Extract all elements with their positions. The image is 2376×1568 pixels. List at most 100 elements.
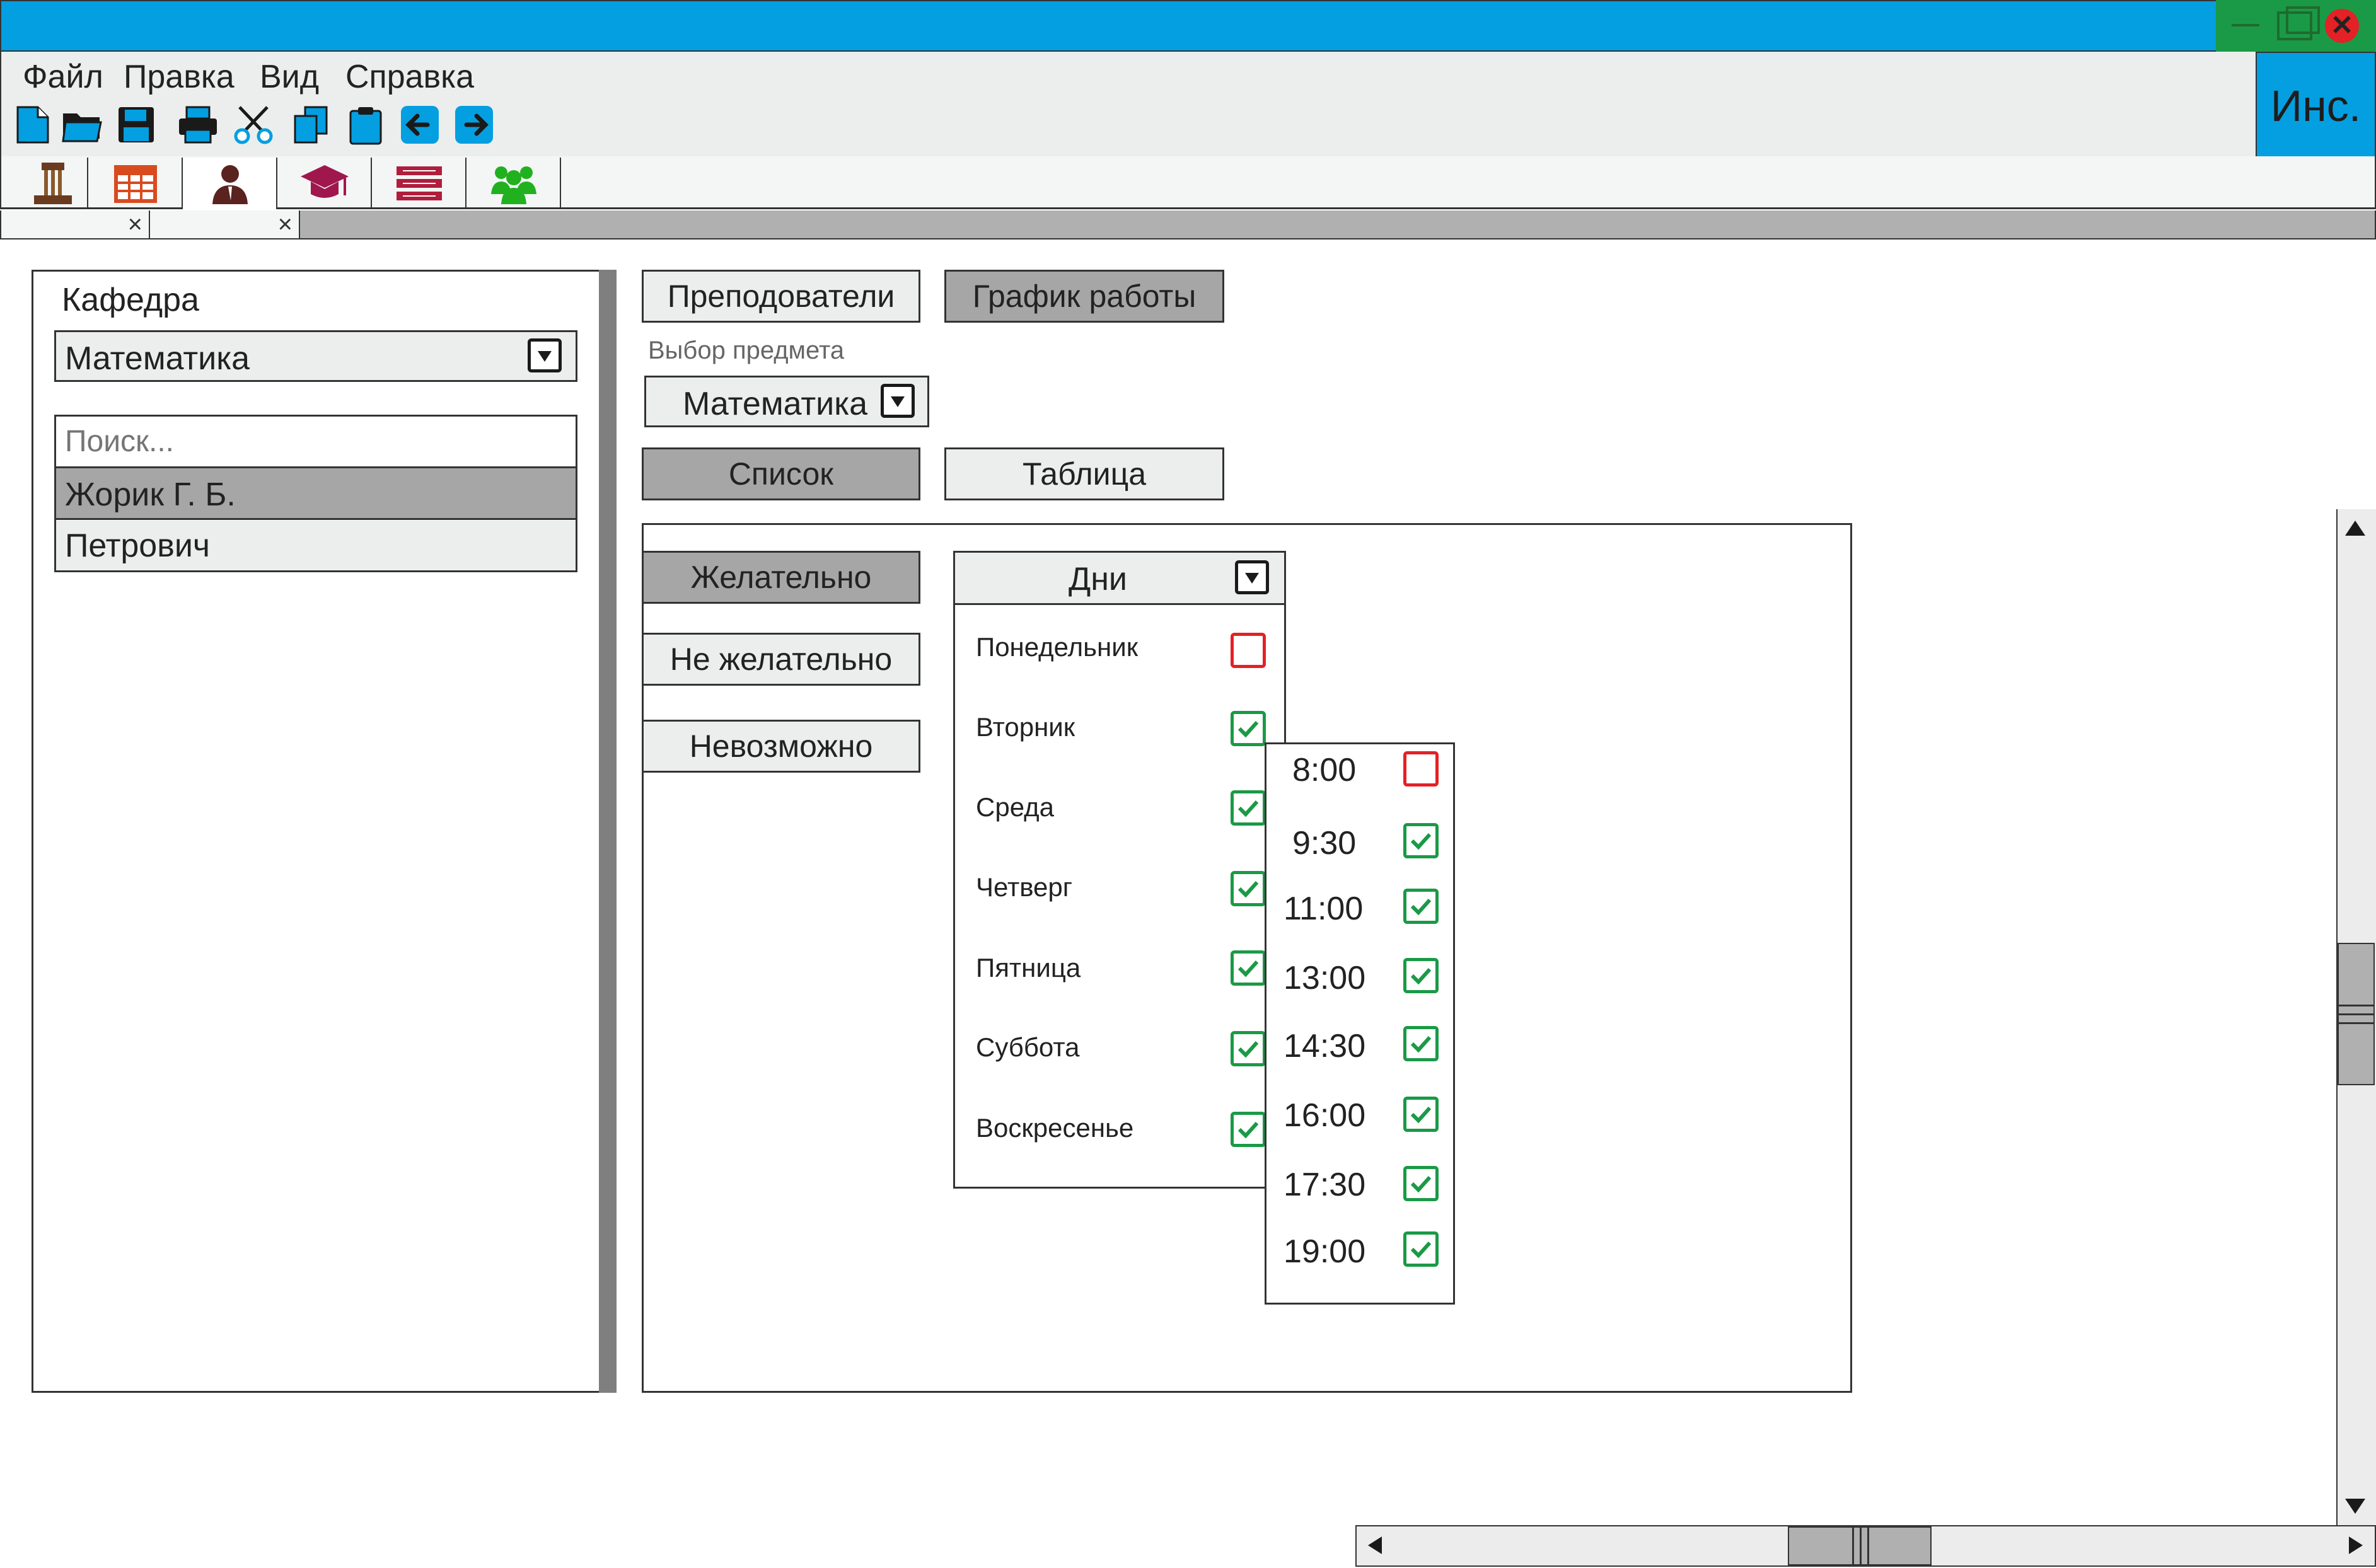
subject-label: Выбор предмета xyxy=(648,337,845,364)
graduation-cap-icon xyxy=(301,165,349,198)
calendar-icon xyxy=(114,165,157,203)
checkmark-icon xyxy=(1410,1241,1432,1259)
tab-disciplines[interactable] xyxy=(372,158,467,209)
menu-view[interactable]: Вид xyxy=(260,58,319,96)
books-icon xyxy=(397,166,442,200)
tab-schedule[interactable] xyxy=(88,158,183,209)
day-label: Воскресенье xyxy=(976,1113,1134,1143)
scroll-right-icon[interactable] xyxy=(2349,1536,2363,1554)
menu-file[interactable]: Файл xyxy=(23,58,103,96)
checkmark-icon xyxy=(1410,1035,1432,1053)
court-building-icon xyxy=(34,163,72,204)
schedule-button[interactable]: График работы xyxy=(944,270,1224,323)
day-checkbox-thursday[interactable] xyxy=(1231,871,1266,906)
back-arrow-icon[interactable] xyxy=(400,105,440,145)
preferred-button[interactable]: Желательно xyxy=(642,551,920,604)
department-value: Математика xyxy=(65,340,250,377)
open-folder-icon[interactable] xyxy=(62,105,102,145)
list-item[interactable]: Петрович xyxy=(56,521,576,570)
chevron-down-icon[interactable] xyxy=(881,384,915,418)
minimize-icon[interactable] xyxy=(2232,24,2259,26)
doc-tab-2[interactable]: × xyxy=(150,210,300,238)
checkmark-icon xyxy=(1410,967,1432,985)
checkmark-icon xyxy=(1410,833,1432,850)
close-tab-icon[interactable]: × xyxy=(278,210,293,238)
menu-help[interactable]: Справка xyxy=(345,58,474,96)
save-icon[interactable] xyxy=(116,105,156,145)
tab-subjects[interactable] xyxy=(277,158,372,209)
list-item[interactable]: Жорик Г. Б. xyxy=(56,468,576,520)
scroll-left-icon[interactable] xyxy=(1368,1536,1382,1554)
not-preferred-button[interactable]: Не желательно xyxy=(642,633,920,686)
time-checkbox[interactable] xyxy=(1403,889,1439,924)
chevron-down-icon[interactable] xyxy=(1235,560,1269,594)
checkmark-icon xyxy=(1237,880,1259,898)
user-button[interactable]: Инс. xyxy=(2256,52,2376,158)
time-checkbox[interactable] xyxy=(1403,958,1439,993)
close-icon[interactable]: ✕ xyxy=(2325,9,2359,43)
time-label: 11:00 xyxy=(1284,891,1364,927)
tab-institute[interactable] xyxy=(13,158,88,209)
table-view-button[interactable]: Таблица xyxy=(944,447,1224,500)
time-checkbox[interactable] xyxy=(1403,1166,1439,1201)
checkmark-icon xyxy=(1237,800,1259,817)
print-icon[interactable] xyxy=(178,105,218,145)
subject-dropdown[interactable]: Математика xyxy=(644,376,929,427)
forward-arrow-icon[interactable] xyxy=(454,105,494,145)
cut-icon[interactable] xyxy=(233,105,274,145)
checkmark-icon xyxy=(1410,1106,1432,1124)
day-checkbox-saturday[interactable] xyxy=(1231,1031,1266,1066)
impossible-button[interactable]: Невозможно xyxy=(642,720,920,773)
search-input[interactable] xyxy=(56,417,576,468)
checkmark-icon xyxy=(1237,1041,1259,1058)
time-label: 9:30 xyxy=(1292,825,1357,862)
day-label: Вторник xyxy=(976,712,1075,742)
days-label: Дни xyxy=(1069,561,1127,597)
doc-tab-1[interactable]: × xyxy=(1,210,150,238)
time-label: 14:30 xyxy=(1284,1028,1366,1064)
horizontal-scroll-thumb[interactable] xyxy=(1788,1526,1932,1565)
group-icon xyxy=(491,166,536,204)
days-dropdown-header[interactable]: Дни xyxy=(953,551,1286,605)
copy-icon[interactable] xyxy=(291,105,332,145)
checkmark-icon xyxy=(1410,898,1432,916)
list-view-button[interactable]: Список xyxy=(642,447,920,500)
teacher-icon xyxy=(212,165,248,204)
paste-icon[interactable] xyxy=(345,105,386,145)
tab-teachers[interactable] xyxy=(183,158,277,209)
time-checkbox[interactable] xyxy=(1403,1097,1439,1132)
document-tab-bar xyxy=(0,210,2376,239)
scroll-down-icon[interactable] xyxy=(2345,1499,2365,1514)
teachers-button[interactable]: Преподователи xyxy=(642,270,920,323)
panel-scrollbar[interactable] xyxy=(599,270,617,1393)
teacher-list: Жорик Г. Б. Петрович xyxy=(54,415,577,572)
day-checkbox-sunday[interactable] xyxy=(1231,1112,1266,1147)
maximize-icon[interactable] xyxy=(2277,11,2312,40)
close-tab-icon[interactable]: × xyxy=(128,210,142,238)
day-label: Четверг xyxy=(976,872,1073,902)
day-label: Понедельник xyxy=(976,632,1139,662)
checkmark-icon xyxy=(1237,960,1259,977)
time-checkbox[interactable] xyxy=(1403,823,1439,858)
chevron-down-icon[interactable] xyxy=(528,338,562,372)
department-label: Кафедра xyxy=(62,282,199,318)
day-checkbox-wednesday[interactable] xyxy=(1231,790,1266,826)
day-checkbox-friday[interactable] xyxy=(1231,950,1266,986)
time-label: 13:00 xyxy=(1284,960,1366,996)
day-checkbox-tuesday[interactable] xyxy=(1231,711,1266,746)
time-checkbox[interactable] xyxy=(1403,751,1439,787)
checkmark-icon xyxy=(1237,720,1259,738)
department-dropdown[interactable]: Математика xyxy=(54,330,577,382)
day-checkbox-monday[interactable] xyxy=(1231,633,1266,668)
tab-groups[interactable] xyxy=(467,158,561,209)
teacher-name: Жорик Г. Б. xyxy=(65,476,236,513)
time-checkbox[interactable] xyxy=(1403,1231,1439,1267)
menu-edit[interactable]: Правка xyxy=(124,58,235,96)
title-bar xyxy=(0,0,2376,52)
time-checkbox[interactable] xyxy=(1403,1026,1439,1061)
checkmark-icon xyxy=(1237,1121,1259,1139)
vertical-scroll-thumb[interactable] xyxy=(2338,943,2375,1085)
scroll-up-icon[interactable] xyxy=(2345,521,2365,536)
day-label: Суббота xyxy=(976,1032,1080,1062)
new-file-icon[interactable] xyxy=(13,105,53,145)
